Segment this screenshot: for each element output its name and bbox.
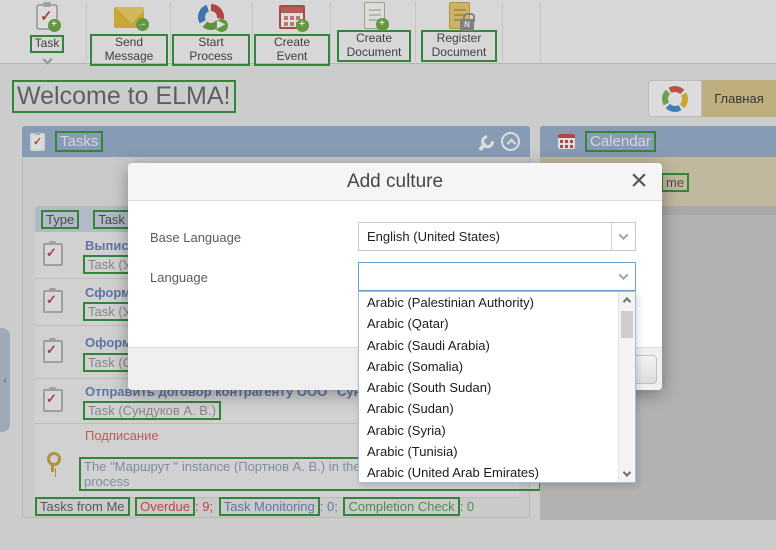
dropdown-option[interactable]: Arabic (Qatar) [359, 313, 618, 334]
dropdown-option[interactable]: Arabic (Syria) [359, 420, 618, 441]
dropdown-option[interactable]: Arabic (South Sudan) [359, 377, 618, 398]
base-language-label: Base Language [150, 230, 241, 245]
dropdown-scrollbar[interactable] [618, 292, 635, 482]
scrollbar-down-icon[interactable] [619, 466, 635, 482]
base-language-select[interactable]: English (United States) [358, 222, 636, 251]
dialog-header: Add culture × [128, 163, 662, 201]
language-label: Language [150, 270, 208, 285]
dropdown-option[interactable]: Arabic (Somalia) [359, 356, 618, 377]
language-dropdown-list: Arabic (Palestinian Authority) Arabic (Q… [358, 291, 636, 483]
elma-main-page: + Task → Send Message ▶ Start Process + [0, 0, 776, 550]
close-icon[interactable]: × [624, 162, 654, 200]
chevron-down-icon[interactable] [611, 263, 635, 290]
dropdown-option[interactable]: Arabic (Sudan) [359, 398, 618, 419]
scrollbar-up-icon[interactable] [619, 292, 635, 308]
base-language-value: English (United States) [367, 229, 500, 244]
dropdown-option[interactable]: Arabic (Tunisia) [359, 441, 618, 462]
language-combobox[interactable] [358, 262, 636, 291]
dropdown-option[interactable]: Arabic (United Arab Emirates) [359, 462, 618, 483]
dropdown-option[interactable]: Arabic (Saudi Arabia) [359, 335, 618, 356]
dropdown-option[interactable]: Arabic (Palestinian Authority) [359, 292, 618, 313]
dialog-title: Add culture [128, 171, 662, 193]
chevron-down-icon[interactable] [611, 223, 635, 250]
scrollbar-thumb[interactable] [621, 311, 633, 338]
